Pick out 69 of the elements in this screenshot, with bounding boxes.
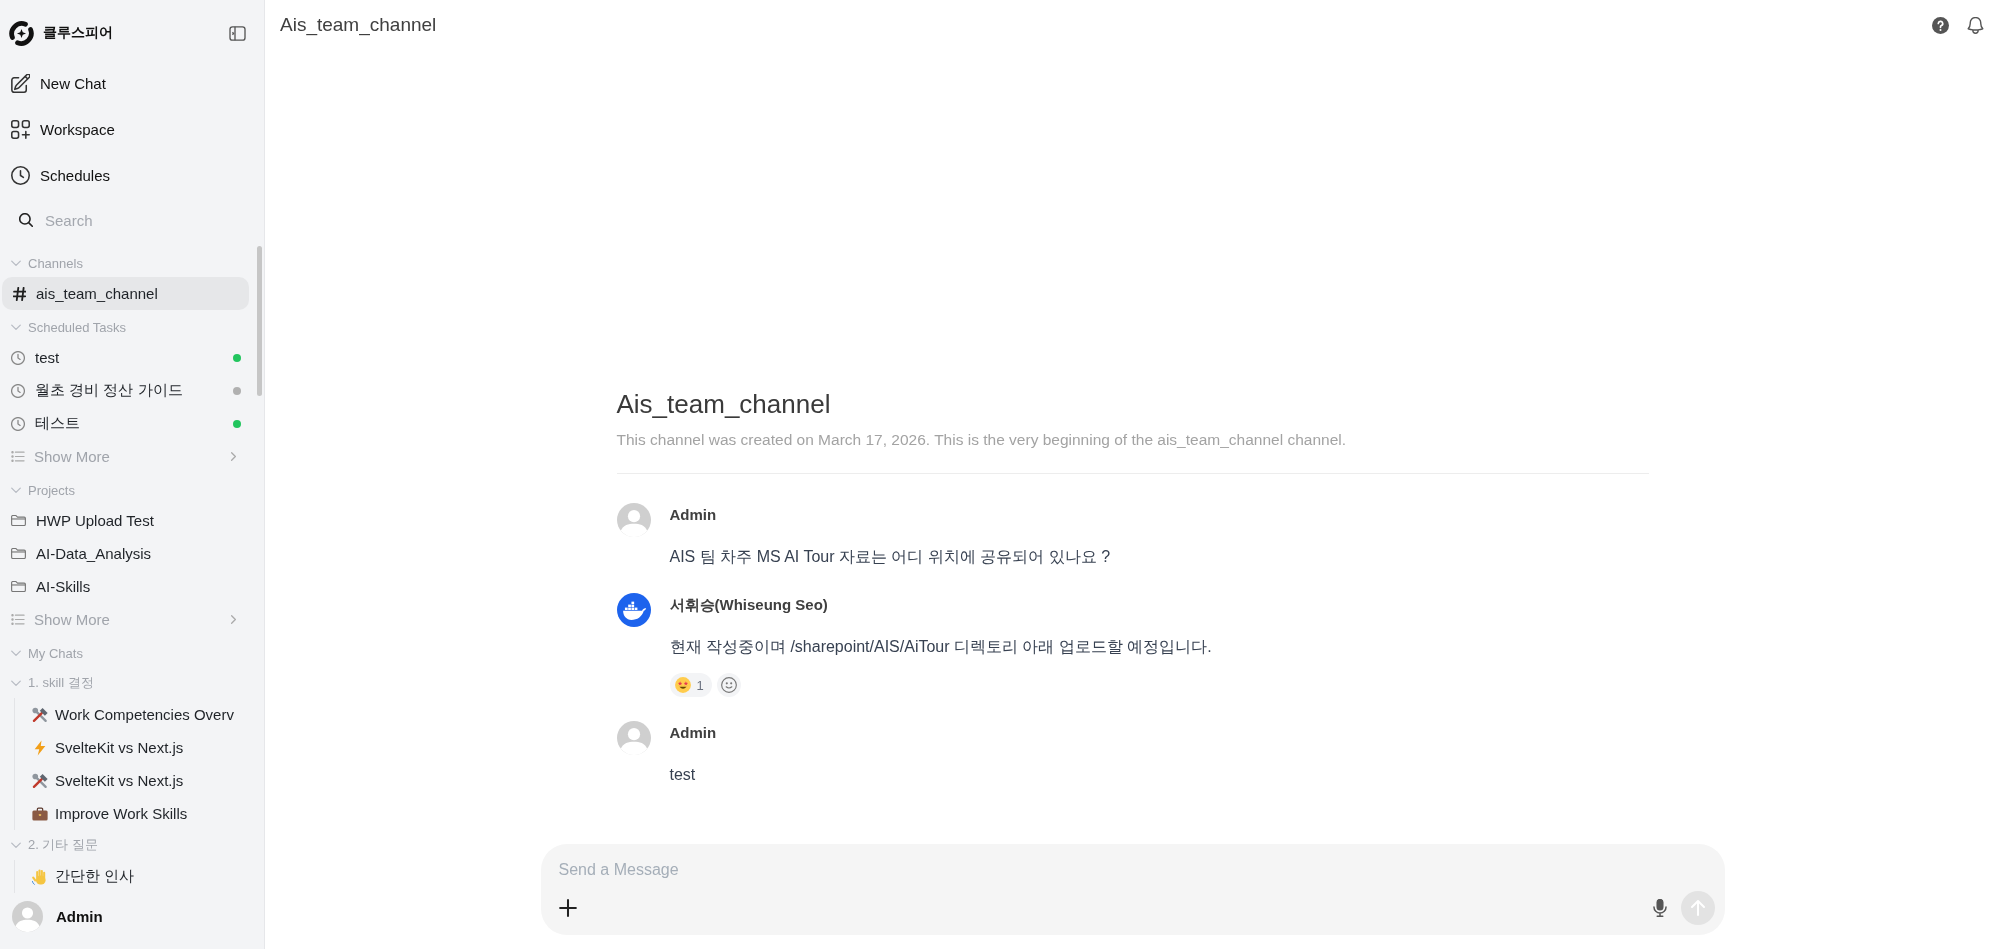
sidebar-panel-icon	[229, 25, 246, 41]
chat-item[interactable]: SvelteKit vs Next.js	[15, 764, 249, 797]
message-author: Admin	[669, 505, 717, 525]
chevron-right-icon	[231, 615, 236, 624]
waving-hand-icon	[32, 868, 48, 885]
star-struck-emoji-icon	[674, 677, 691, 693]
message-author: Admin	[669, 723, 717, 743]
message-text: AIS 팀 차주 MS AI Tour 자료는 어디 위치에 공유되어 있나요 ?	[669, 547, 1111, 567]
project-item[interactable]: HWP Upload Test	[2, 504, 249, 537]
attach-button[interactable]	[558, 899, 577, 917]
message-author: 서휘승(Whiseung Seo)	[669, 595, 828, 615]
task-item[interactable]: 월초 경비 정산 가이드	[2, 374, 249, 407]
hash-icon	[13, 286, 26, 301]
squares-plus-icon	[11, 119, 30, 139]
channel-item[interactable]: ais_team_channel	[2, 277, 249, 310]
notifications-button[interactable]	[1967, 16, 1984, 34]
list-icon	[11, 614, 25, 625]
project-item[interactable]: AI-Skills	[2, 570, 249, 603]
arrow-up-icon	[1690, 900, 1705, 916]
help-button[interactable]	[1932, 16, 1949, 34]
task-item[interactable]: test	[2, 341, 249, 374]
user-menu[interactable]: Admin	[0, 901, 109, 932]
nav-item[interactable]: Workspace	[2, 111, 123, 147]
clock-icon	[11, 416, 25, 431]
hammer-wrench-icon	[32, 772, 48, 789]
add-reaction-button[interactable]	[716, 673, 741, 697]
channel-heading: Ais_team_channel	[616, 388, 832, 421]
message-text: 현재 작성중이며 /sharepoint/AIS/AiTour 디렉토리 아래 업로드할 예정입니다.	[669, 637, 1212, 657]
clock-icon	[11, 350, 25, 365]
message-input[interactable]: Send a Message	[558, 858, 1715, 882]
project-item[interactable]: AI-Data_Analysis	[2, 537, 249, 570]
nav-item[interactable]: Schedules	[2, 157, 119, 193]
whale-avatar-icon	[616, 593, 651, 627]
lightning-bolt-icon	[32, 739, 48, 756]
help-icon	[1932, 16, 1949, 34]
search-field[interactable]: Search	[45, 208, 249, 232]
folder-icon	[11, 515, 26, 526]
scrollbar-thumb[interactable]	[257, 246, 262, 396]
message-text: test	[669, 765, 696, 785]
chat-item[interactable]: Improve Work Skills	[15, 797, 249, 830]
briefcase-icon	[32, 805, 48, 822]
channel-description: This channel was created on March 17, 2026. This is the very beginning of the ais_team_channel channel.	[616, 430, 1348, 450]
chat-item[interactable]: Work Competencies Overv	[15, 698, 249, 731]
chat-item[interactable]: SvelteKit vs Next.js	[15, 731, 249, 764]
avatar-icon	[616, 503, 651, 537]
reaction-chip[interactable]: 1	[669, 673, 712, 697]
avatar-icon	[616, 721, 651, 755]
list-icon	[11, 451, 25, 462]
plus-icon	[558, 899, 577, 917]
folder-icon	[11, 581, 26, 592]
avatar-icon	[12, 901, 43, 932]
channel-title: Ais_team_channel	[280, 14, 437, 36]
chat-item[interactable]: 간단한 인사	[15, 860, 249, 893]
microphone-icon	[1650, 899, 1669, 917]
task-item[interactable]: 테스트	[2, 407, 249, 440]
search-icon	[19, 213, 33, 227]
brand-name: 클루스피어	[43, 24, 113, 42]
folder-icon	[11, 548, 26, 559]
clock-icon	[11, 383, 25, 398]
hammer-wrench-icon	[32, 706, 48, 723]
smiley-icon	[720, 677, 737, 693]
sidebar-toggle-button[interactable]	[229, 25, 246, 41]
voice-input-button[interactable]	[1650, 899, 1669, 917]
nav-item[interactable]: New Chat	[2, 65, 114, 101]
message-composer[interactable]: Send a Message	[540, 844, 1725, 935]
bell-icon	[1967, 16, 1984, 34]
clock-icon	[11, 165, 30, 185]
chevron-right-icon	[231, 452, 236, 461]
logo-icon	[9, 20, 34, 46]
